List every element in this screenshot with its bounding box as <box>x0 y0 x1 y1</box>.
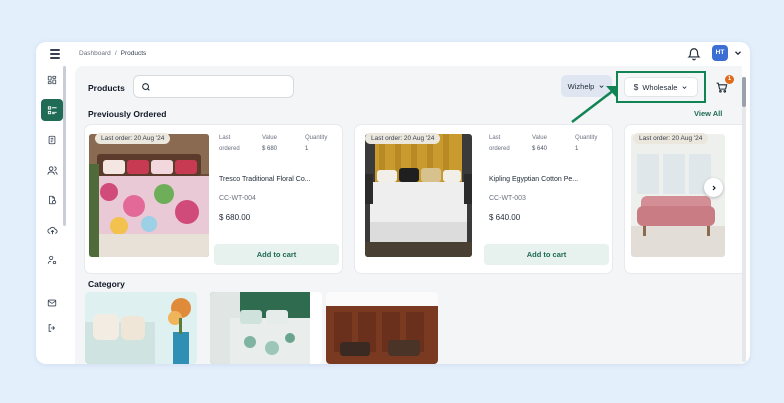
search-icon <box>142 83 150 91</box>
value-field: Value $ 640 <box>532 135 548 152</box>
previously-ordered-heading: Previously Ordered <box>88 109 167 119</box>
value-field: Value $ 680 <box>262 135 278 152</box>
page-title: Products <box>88 83 125 93</box>
add-to-cart-button[interactable]: Add to cart <box>214 244 339 265</box>
product-image[interactable] <box>89 134 209 257</box>
last-order-tag: Last order: 20 Aug '24 <box>365 133 441 144</box>
bell-icon[interactable] <box>687 47 701 61</box>
dashboard-grid-icon[interactable] <box>41 69 63 91</box>
breadcrumb-products: Products <box>120 50 147 57</box>
product-name[interactable]: Kipling Egyptian Cotton Pe... <box>489 176 578 183</box>
chevron-right-icon <box>712 185 716 190</box>
carousel-next-button[interactable] <box>704 178 723 197</box>
product-price: $ 680.00 <box>219 213 251 222</box>
document-icon[interactable] <box>41 129 63 151</box>
product-card[interactable]: Last order: 20 Aug '24 Last ordered Value… <box>355 125 612 273</box>
product-card[interactable]: Last order: 20 Aug '24 Last ordered Value… <box>85 125 342 273</box>
cloud-upload-icon[interactable] <box>41 219 63 241</box>
category-image <box>85 292 197 364</box>
avatar[interactable]: HT <box>712 45 728 61</box>
category-card[interactable] <box>326 292 438 364</box>
category-card[interactable] <box>210 292 322 364</box>
annotation-arrow <box>571 86 618 123</box>
app-window: Dashboard / Products HT Products Wizhelp… <box>36 42 750 364</box>
logout-icon[interactable] <box>41 317 63 339</box>
product-card[interactable]: Last order: 20 Aug '24 <box>625 125 742 273</box>
mail-icon[interactable] <box>41 292 63 314</box>
main-content: Products Wizhelp $ Wholesale 1 Previousl… <box>75 66 742 364</box>
file-dollar-icon[interactable] <box>41 189 63 211</box>
category-image <box>210 292 310 364</box>
search-input[interactable] <box>156 80 290 94</box>
category-image <box>326 292 438 364</box>
product-image[interactable] <box>365 134 472 257</box>
top-bar: Dashboard / Products HT <box>36 42 750 66</box>
product-name[interactable]: Tresco Traditional Floral Co... <box>219 176 311 183</box>
product-price: $ 640.00 <box>489 213 521 222</box>
chevron-down-icon <box>682 85 687 89</box>
quantity-field: Quantity 1 <box>305 135 328 152</box>
user-settings-icon[interactable] <box>41 249 63 271</box>
search-box[interactable] <box>133 75 294 98</box>
last-order-tag: Last order: 20 Aug '24 <box>95 133 171 144</box>
category-heading: Category <box>88 279 125 289</box>
chevron-down-icon[interactable] <box>733 48 743 58</box>
dollar-icon: $ <box>633 82 639 92</box>
pricing-label: Wholesale <box>642 82 678 92</box>
quantity-field: Quantity 1 <box>575 135 598 152</box>
pricing-highlight: $ Wholesale <box>616 71 706 103</box>
breadcrumb-dashboard[interactable]: Dashboard <box>79 50 111 57</box>
cart-count-badge: 1 <box>725 75 734 84</box>
products-list-icon[interactable] <box>41 99 63 121</box>
pricing-dropdown[interactable]: $ Wholesale <box>624 77 698 97</box>
last-ordered-label: Last ordered <box>489 135 510 152</box>
breadcrumb-separator: / <box>114 50 117 57</box>
category-card[interactable] <box>85 292 197 364</box>
sidebar <box>36 66 65 364</box>
breadcrumb: Dashboard / Products <box>79 50 146 57</box>
main-scrollbar[interactable] <box>742 77 746 362</box>
last-ordered-label: Last ordered <box>219 135 240 152</box>
view-all-link[interactable]: View All <box>694 109 722 118</box>
product-sku: CC-WT-004 <box>219 195 256 202</box>
product-sku: CC-WT-003 <box>489 195 526 202</box>
sidebar-scrollbar[interactable] <box>63 66 66 226</box>
cart-button[interactable]: 1 <box>715 75 734 96</box>
add-to-cart-button[interactable]: Add to cart <box>484 244 609 265</box>
last-order-tag: Last order: 20 Aug '24 <box>633 133 709 144</box>
menu-icon[interactable] <box>50 49 60 59</box>
users-icon[interactable] <box>41 159 63 181</box>
